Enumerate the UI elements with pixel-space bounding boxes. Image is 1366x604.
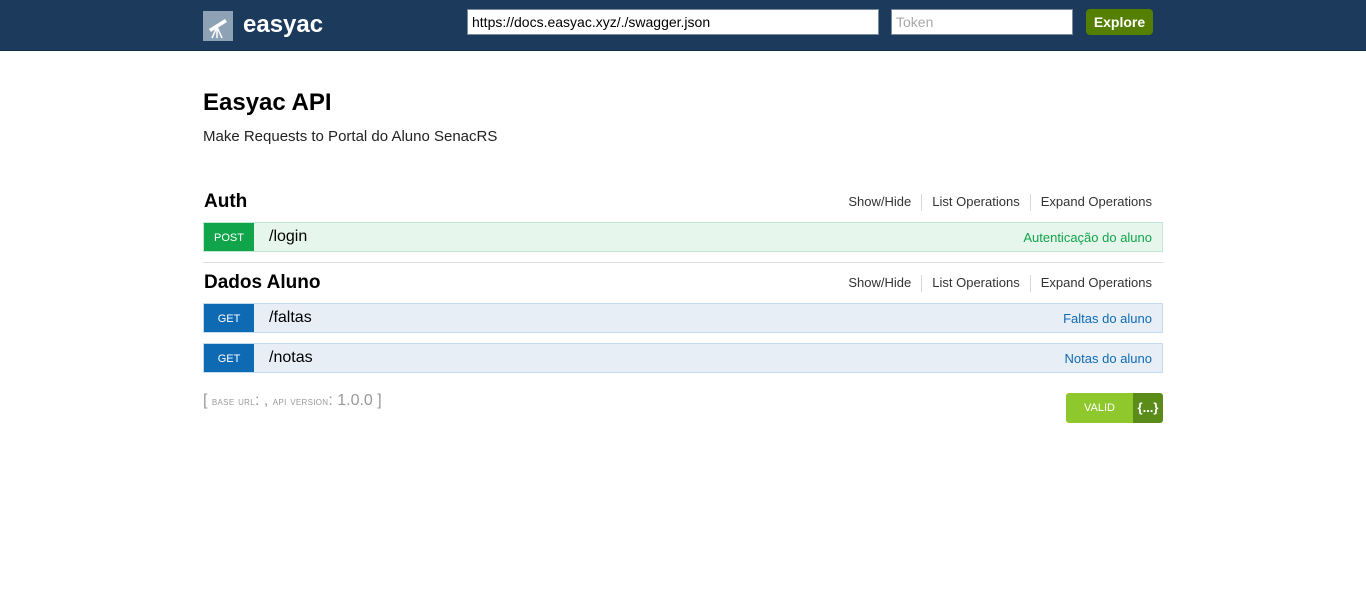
valid-label: VALID (1066, 393, 1133, 423)
telescope-logo-icon (203, 11, 233, 41)
base-url-label: base url (211, 394, 255, 408)
operation-summary[interactable]: Notas do aluno (1065, 351, 1152, 367)
operation-post-login[interactable]: POST /login Autenticação do aluno (203, 222, 1163, 252)
resource-name-dados-aluno[interactable]: Dados Aluno (204, 272, 320, 294)
http-method-badge[interactable]: GET (204, 344, 254, 372)
operation-path[interactable]: /faltas (269, 309, 312, 327)
api-description: Make Requests to Portal do Aluno SenacRS (203, 128, 498, 145)
json-braces-icon: {...} (1133, 393, 1163, 423)
resource-name-auth[interactable]: Auth (204, 191, 247, 213)
expand-operations-link[interactable]: Expand Operations (1031, 194, 1152, 209)
api-version-label: api version (272, 394, 329, 408)
operation-get-faltas[interactable]: GET /faltas Faltas do aluno (203, 303, 1163, 333)
expand-operations-link[interactable]: Expand Operations (1031, 275, 1152, 290)
operation-summary[interactable]: Autenticação do aluno (1023, 230, 1152, 246)
validator-badge[interactable]: VALID {...} (1066, 393, 1163, 423)
operation-path[interactable]: /login (269, 228, 307, 246)
close-bracket: ] (377, 392, 382, 409)
show-hide-link[interactable]: Show/Hide (838, 194, 921, 209)
api-info-footer: [ base url: , api version: 1.0.0 ] (203, 392, 382, 410)
explore-button[interactable]: Explore (1086, 9, 1153, 35)
top-bar: easyac Explore (0, 0, 1366, 51)
resource-header-auth: Auth Show/Hide List Operations Expand Oper… (204, 191, 1162, 215)
resource-ops-dados-aluno: Show/Hide List Operations Expand Operation… (838, 275, 1152, 293)
token-input[interactable] (891, 9, 1073, 35)
http-method-badge[interactable]: POST (204, 223, 254, 251)
resource-header-dados-aluno: Dados Aluno Show/Hide List Operations Expa… (204, 272, 1162, 296)
api-version-value: : 1.0.0 (328, 392, 373, 409)
resource-ops-auth: Show/Hide List Operations Expand Operation… (838, 194, 1152, 212)
open-bracket: [ (203, 392, 208, 409)
base-url-value: : , (255, 392, 269, 409)
show-hide-link[interactable]: Show/Hide (838, 275, 921, 290)
resource-divider (203, 262, 1163, 263)
operation-summary[interactable]: Faltas do aluno (1063, 311, 1152, 327)
list-operations-link[interactable]: List Operations (922, 275, 1029, 290)
operation-path[interactable]: /notas (269, 349, 313, 367)
http-method-badge[interactable]: GET (204, 304, 254, 332)
api-title: Easyac API (203, 89, 332, 116)
swagger-url-input[interactable] (467, 9, 879, 35)
brand-name[interactable]: easyac (243, 11, 323, 39)
list-operations-link[interactable]: List Operations (922, 194, 1029, 209)
operation-get-notas[interactable]: GET /notas Notas do aluno (203, 343, 1163, 373)
